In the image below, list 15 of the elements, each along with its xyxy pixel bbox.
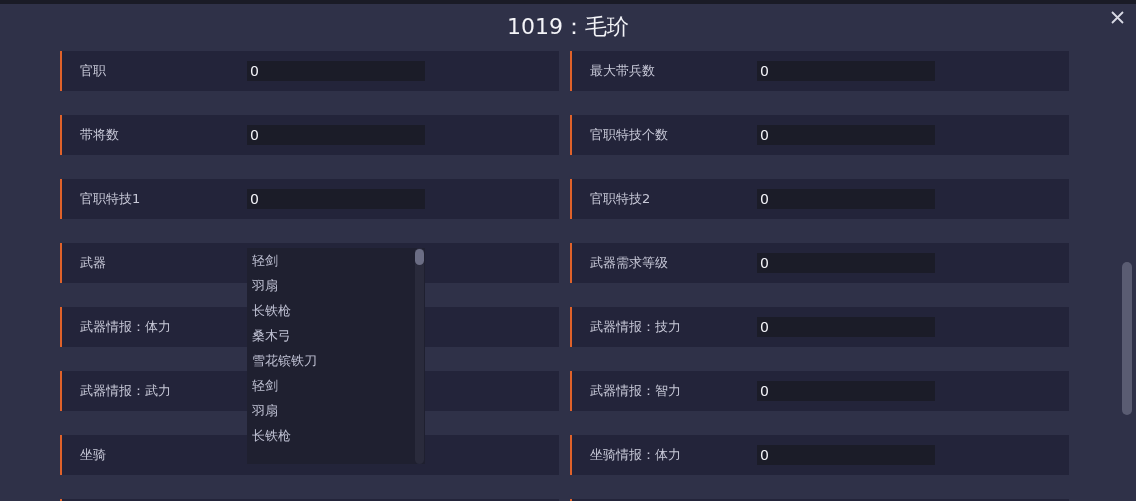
field-label: 官职: [79, 62, 107, 80]
field-label: 武器情报：武力: [79, 382, 172, 400]
field-label: 坐骑情报：体力: [589, 446, 682, 464]
field-label: 最大带兵数: [589, 62, 656, 80]
field-label: 武器情报：技力: [589, 318, 682, 336]
dialog-title: 1019：毛玠: [507, 13, 629, 41]
field-label: 官职特技2: [589, 190, 652, 208]
field-label: 官职特技个数: [589, 126, 669, 144]
field-label: 武器情报：体力: [79, 318, 172, 336]
field-label: 坐骑: [79, 446, 107, 464]
field-label: 官职特技1: [79, 190, 142, 208]
field-label: 带将数: [79, 126, 120, 144]
field-label: 武器情报：智力: [589, 382, 682, 400]
field-label: 武器需求等级: [589, 254, 669, 272]
field-label: 武器: [79, 254, 107, 272]
